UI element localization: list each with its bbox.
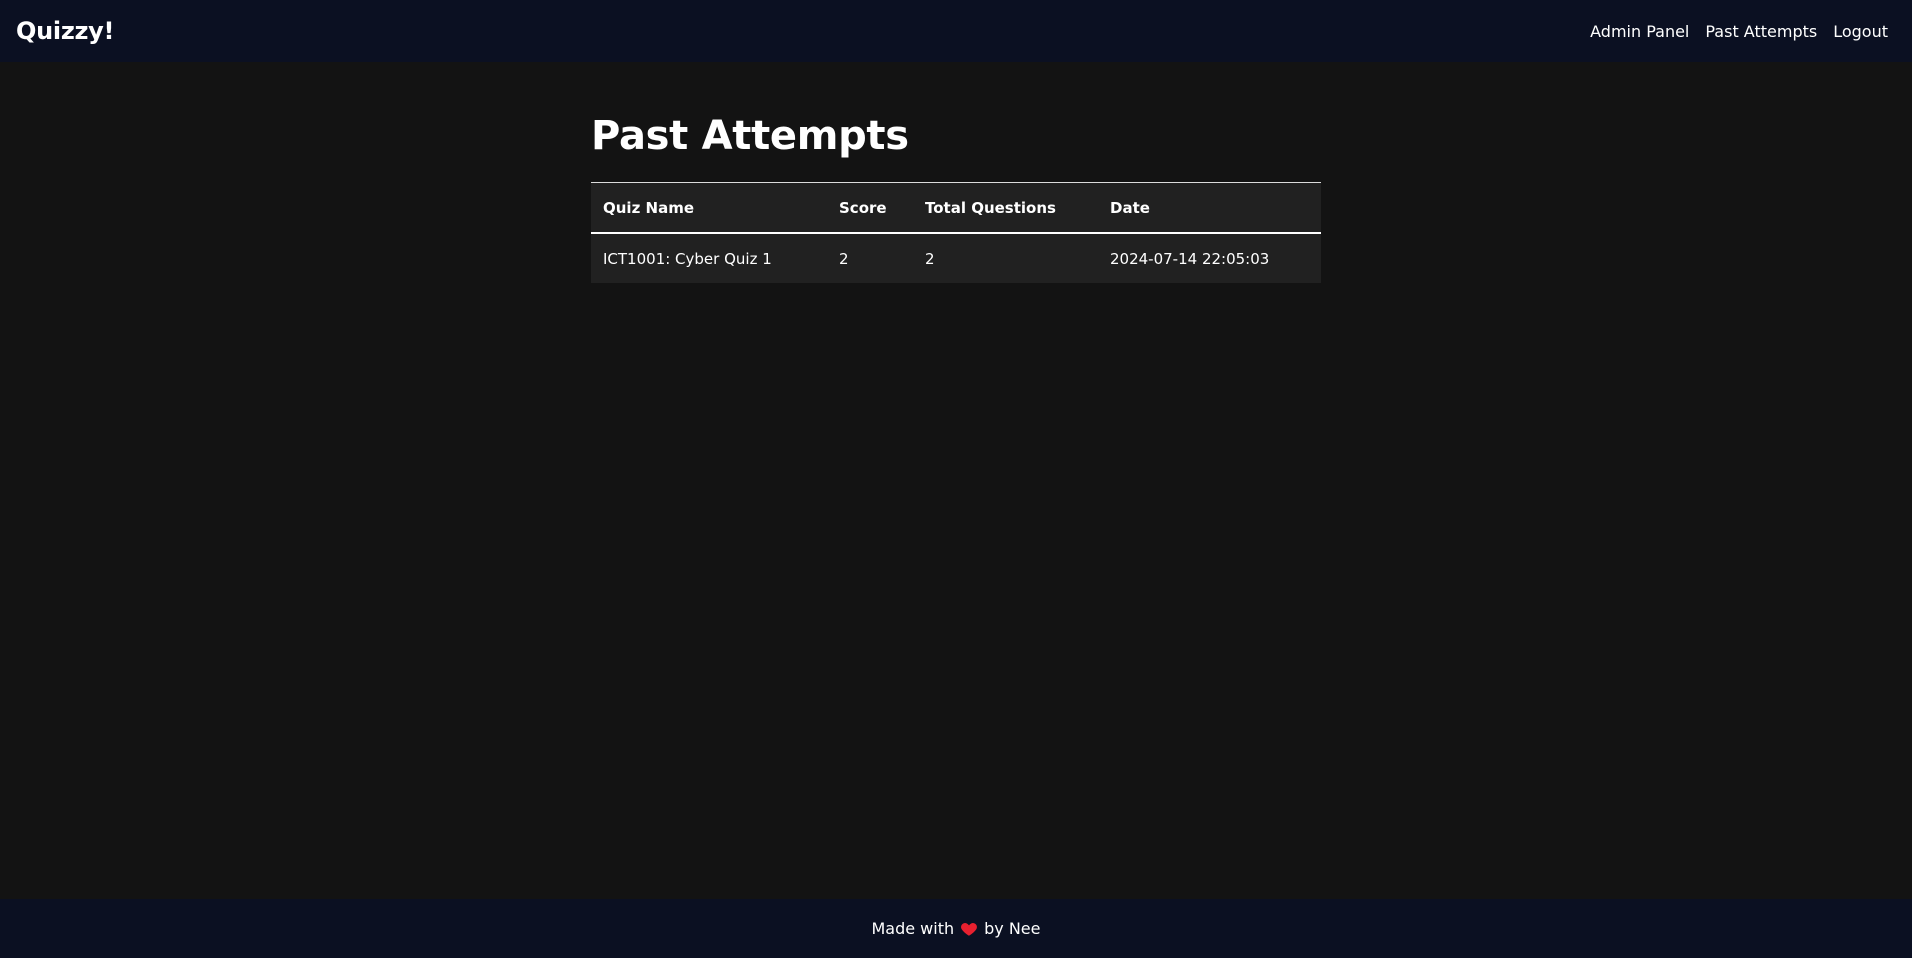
page-title: Past Attempts	[591, 113, 909, 159]
cell-score: 2	[839, 249, 849, 268]
top-navbar: Quizzy! Admin Panel Past Attempts Logout	[0, 0, 1912, 62]
past-attempts-table: Quiz Name Score Total Questions Date ICT…	[591, 182, 1321, 283]
header-quiz-name: Quiz Name	[603, 198, 695, 217]
footer-text-after: by Nee	[984, 919, 1041, 938]
header-score: Score	[839, 198, 887, 217]
nav-past-attempts-link[interactable]: Past Attempts	[1705, 22, 1817, 41]
footer: Made with by Nee	[0, 899, 1912, 958]
nav-logout-link[interactable]: Logout	[1833, 22, 1888, 41]
cell-date: 2024-07-14 22:05:03	[1110, 249, 1270, 268]
header-total-questions: Total Questions	[925, 198, 1056, 217]
brand-logo[interactable]: Quizzy!	[16, 17, 114, 45]
nav-links: Admin Panel Past Attempts Logout	[1590, 22, 1888, 41]
table-row: ICT1001: Cyber Quiz 1 2 2 2024-07-14 22:…	[591, 233, 1321, 283]
header-date: Date	[1110, 198, 1150, 217]
nav-admin-panel-link[interactable]: Admin Panel	[1590, 22, 1689, 41]
main-content: Past Attempts Quiz Name Score Total Ques…	[591, 62, 1321, 283]
footer-text-before: Made with	[871, 919, 955, 938]
table-header-row: Quiz Name Score Total Questions Date	[591, 182, 1321, 233]
heart-icon	[960, 920, 978, 938]
cell-total-questions: 2	[925, 249, 935, 268]
cell-quiz-name: ICT1001: Cyber Quiz 1	[603, 249, 772, 268]
